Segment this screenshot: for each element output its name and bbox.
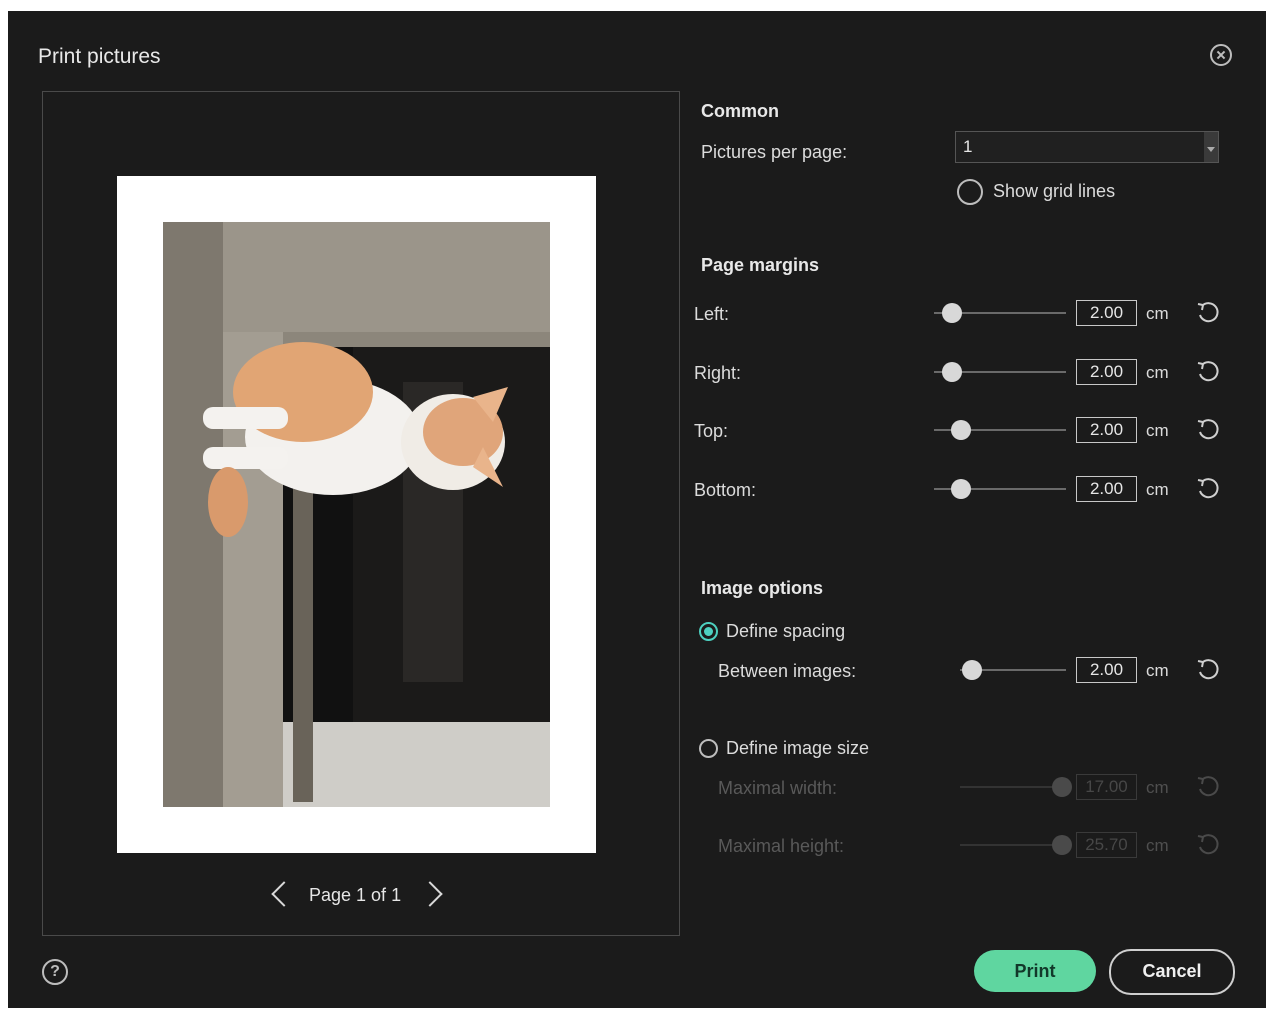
cancel-button[interactable]: Cancel xyxy=(1109,949,1235,995)
chevron-right-icon[interactable] xyxy=(417,881,443,907)
show-grid-lines-label: Show grid lines xyxy=(993,181,1116,201)
max-width-label: Maximal width: xyxy=(718,778,838,798)
max-height-unit: cm xyxy=(1146,836,1169,855)
preview-page xyxy=(117,176,596,853)
preview-photo xyxy=(163,222,550,807)
page-indicator: Page 1 of 1 xyxy=(309,885,402,905)
margin-right-label: Right: xyxy=(694,363,742,383)
margin-top-label: Top: xyxy=(694,421,729,441)
define-spacing-label: Define spacing xyxy=(726,621,846,641)
between-images-unit: cm xyxy=(1146,661,1169,680)
common-heading: Common xyxy=(701,101,779,121)
define-spacing-radio[interactable] xyxy=(699,622,718,641)
margin-top-input[interactable]: 2.00 xyxy=(1076,417,1137,443)
margin-right-input[interactable]: 2.00 xyxy=(1076,359,1137,385)
print-preview-panel: Page 1 of 1 xyxy=(42,91,680,936)
margin-right-slider[interactable] xyxy=(934,361,1066,383)
help-icon[interactable]: ? xyxy=(42,959,68,985)
between-images-label: Between images: xyxy=(718,661,857,681)
margin-left-slider[interactable] xyxy=(934,302,1066,324)
chevron-left-icon[interactable] xyxy=(271,881,297,907)
slider-knob xyxy=(1052,835,1072,855)
margin-right-unit: cm xyxy=(1146,363,1169,382)
between-images-slider[interactable] xyxy=(960,659,1066,681)
max-width-unit: cm xyxy=(1146,778,1169,797)
max-width-input: 17.00 xyxy=(1076,774,1137,800)
margin-bottom-label: Bottom: xyxy=(694,480,757,500)
margin-bottom-slider[interactable] xyxy=(934,478,1066,500)
slider-knob[interactable] xyxy=(951,420,971,440)
cat-photo-image xyxy=(163,222,550,807)
reset-icon xyxy=(1197,776,1219,797)
margin-left-input[interactable]: 2.00 xyxy=(1076,300,1137,326)
margin-top-unit: cm xyxy=(1146,421,1169,440)
pictures-per-page-value: 1 xyxy=(963,137,973,156)
define-image-size-label: Define image size xyxy=(726,738,870,758)
page-margins-heading: Page margins xyxy=(701,255,820,275)
margin-top-slider[interactable] xyxy=(934,419,1066,441)
margin-bottom-input[interactable]: 2.00 xyxy=(1076,476,1137,502)
page-navigator: Page 1 of 1 xyxy=(43,877,679,917)
slider-knob xyxy=(1052,777,1072,797)
slider-knob[interactable] xyxy=(942,303,962,323)
print-dialog: Print pictures Page 1 of 1 Common Pictur… xyxy=(8,11,1266,1008)
image-options-heading: Image options xyxy=(701,578,824,598)
max-height-label: Maximal height: xyxy=(718,836,845,856)
close-icon[interactable] xyxy=(1210,44,1232,66)
margin-bottom-unit: cm xyxy=(1146,480,1169,499)
margin-left-label: Left: xyxy=(694,304,730,324)
show-grid-lines-toggle[interactable] xyxy=(957,179,983,205)
reset-icon[interactable] xyxy=(1195,359,1221,385)
max-width-slider xyxy=(960,776,1072,798)
reset-icon[interactable] xyxy=(1195,476,1221,502)
pictures-per-page-label: Pictures per page: xyxy=(701,142,848,162)
slider-knob[interactable] xyxy=(962,660,982,680)
define-image-size-radio[interactable] xyxy=(699,739,718,758)
print-button[interactable]: Print xyxy=(974,950,1096,992)
max-height-input: 25.70 xyxy=(1076,832,1137,858)
reset-icon xyxy=(1197,834,1219,855)
dialog-title: Print pictures xyxy=(38,45,161,68)
slider-knob[interactable] xyxy=(942,362,962,382)
reset-icon[interactable] xyxy=(1195,300,1221,326)
reset-icon[interactable] xyxy=(1195,417,1221,443)
pictures-per-page-select[interactable]: 1 xyxy=(955,131,1219,163)
between-images-input[interactable]: 2.00 xyxy=(1076,657,1137,683)
slider-knob[interactable] xyxy=(951,479,971,499)
max-height-slider xyxy=(960,834,1072,856)
reset-icon[interactable] xyxy=(1195,657,1221,683)
margin-left-unit: cm xyxy=(1146,304,1169,323)
chevron-down-icon xyxy=(1204,132,1218,162)
